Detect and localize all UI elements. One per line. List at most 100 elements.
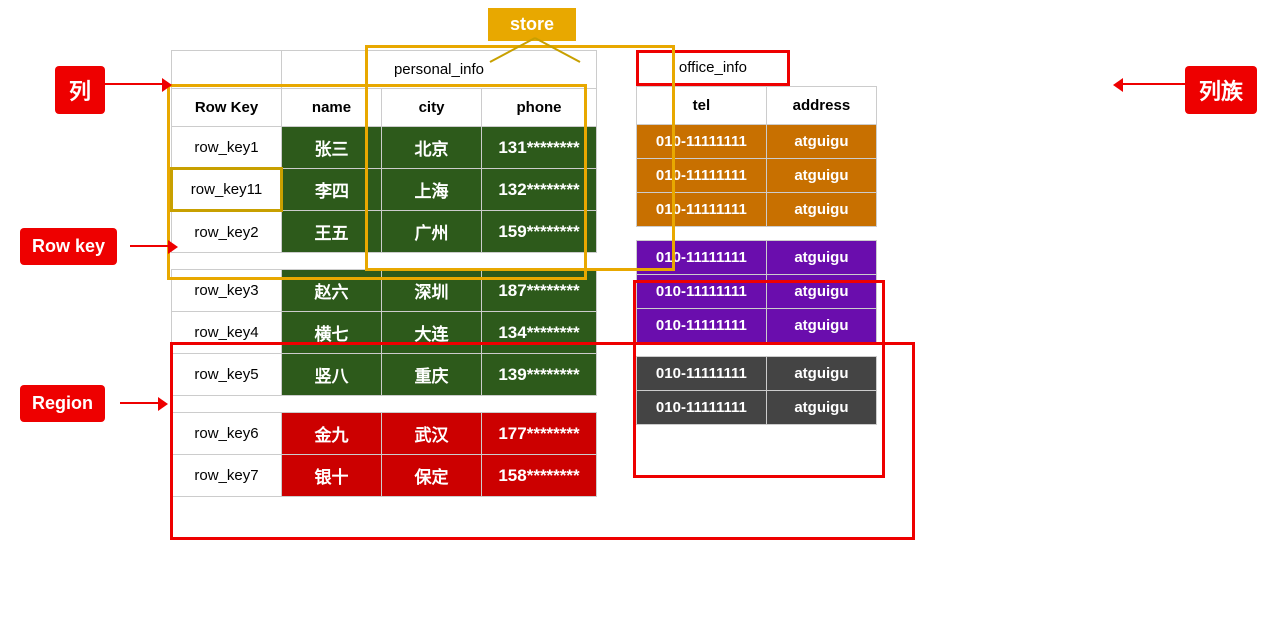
- cell-phone: 134********: [482, 312, 597, 354]
- cell-tel: 010-11111111: [636, 357, 766, 391]
- cell-phone: 159********: [482, 211, 597, 253]
- cell-tel: 010-11111111: [636, 275, 766, 309]
- left-table-wrapper: personal_info Row Key name city phone ro…: [170, 50, 597, 497]
- col-tel: tel: [636, 87, 766, 125]
- liezhu-arrow-line: [1120, 83, 1185, 85]
- region-label: Region: [20, 385, 105, 422]
- table-row: row_key7 银十 保定 158********: [172, 455, 597, 497]
- table-row: row_key2 王五 广州 159********: [172, 211, 597, 253]
- cell-city: 武汉: [382, 413, 482, 455]
- cell-rowkey: row_key3: [172, 270, 282, 312]
- cell-rowkey: row_key2: [172, 211, 282, 253]
- region-arrowhead: [158, 397, 168, 411]
- store-label: store: [488, 8, 576, 41]
- cell-tel: 010-11111111: [636, 125, 766, 159]
- cell-address: atguigu: [766, 241, 876, 275]
- cell-phone: 139********: [482, 354, 597, 396]
- col-rowkey: Row Key: [172, 89, 282, 127]
- cell-rowkey: row_key4: [172, 312, 282, 354]
- cell-address: atguigu: [766, 159, 876, 193]
- spacer-row: [172, 253, 597, 270]
- cell-address: atguigu: [766, 193, 876, 227]
- content-area: personal_info Row Key name city phone ro…: [170, 50, 877, 497]
- liezhu-label: 列族: [1185, 66, 1257, 114]
- cell-rowkey: row_key7: [172, 455, 282, 497]
- cell-rowkey: row_key6: [172, 413, 282, 455]
- cell-phone: 177********: [482, 413, 597, 455]
- cell-address: atguigu: [766, 391, 876, 425]
- cell-name: 横七: [282, 312, 382, 354]
- cell-address: atguigu: [766, 309, 876, 343]
- table-row: 010-11111111 atguigu: [636, 391, 876, 425]
- cell-address: atguigu: [766, 357, 876, 391]
- header-group-row: personal_info: [172, 51, 597, 89]
- col-header-row: Row Key name city phone: [172, 89, 597, 127]
- spacer-row: [636, 343, 876, 357]
- cell-address: atguigu: [766, 125, 876, 159]
- col-phone: phone: [482, 89, 597, 127]
- table-row: row_key11 李四 上海 132********: [172, 169, 597, 211]
- cell-tel: 010-11111111: [636, 391, 766, 425]
- office-info-label: office_info: [679, 59, 747, 76]
- cell-tel: 010-11111111: [636, 159, 766, 193]
- rowkey-arrow-line: [130, 245, 172, 247]
- cell-rowkey: row_key11: [172, 169, 282, 211]
- lie-arrow-line: [104, 83, 166, 85]
- cell-name: 王五: [282, 211, 382, 253]
- cell-phone: 158********: [482, 455, 597, 497]
- cell-name: 赵六: [282, 270, 382, 312]
- cell-address: atguigu: [766, 275, 876, 309]
- table-row: 010-11111111 atguigu: [636, 309, 876, 343]
- col-address: address: [766, 87, 876, 125]
- spacer-row: [172, 396, 597, 413]
- table-row: row_key3 赵六 深圳 187********: [172, 270, 597, 312]
- spacer-row: [636, 227, 876, 241]
- table-row: 010-11111111 atguigu: [636, 241, 876, 275]
- cell-city: 上海: [382, 169, 482, 211]
- cell-name: 张三: [282, 127, 382, 169]
- main-table: personal_info Row Key name city phone ro…: [170, 50, 597, 497]
- cell-phone: 132********: [482, 169, 597, 211]
- cell-city: 大连: [382, 312, 482, 354]
- rowkey-label: Row key: [20, 228, 117, 265]
- header-empty: [172, 51, 282, 89]
- cell-rowkey: row_key1: [172, 127, 282, 169]
- cell-phone: 131********: [482, 127, 597, 169]
- table-row: 010-11111111 atguigu: [636, 193, 876, 227]
- main-container: store 列 Row key Region 列族: [0, 0, 1284, 622]
- office-col-header-row: tel address: [636, 87, 876, 125]
- cell-name: 竖八: [282, 354, 382, 396]
- cell-city: 深圳: [382, 270, 482, 312]
- cell-name: 金九: [282, 413, 382, 455]
- cell-tel: 010-11111111: [636, 309, 766, 343]
- lie-arrowhead: [162, 78, 172, 92]
- table-row: 010-11111111 atguigu: [636, 125, 876, 159]
- col-city: city: [382, 89, 482, 127]
- right-table-wrapper: office_info tel address 010-11111111 atg…: [636, 50, 877, 425]
- table-row: 010-11111111 atguigu: [636, 357, 876, 391]
- cell-phone: 187********: [482, 270, 597, 312]
- cell-rowkey: row_key5: [172, 354, 282, 396]
- col-name: name: [282, 89, 382, 127]
- cell-city: 广州: [382, 211, 482, 253]
- table-row: row_key4 横七 大连 134********: [172, 312, 597, 354]
- table-row: row_key1 张三 北京 131********: [172, 127, 597, 169]
- office-table: tel address 010-11111111 atguigu 010-111…: [636, 86, 877, 425]
- cell-city: 保定: [382, 455, 482, 497]
- region-arrow-line: [120, 402, 162, 404]
- personal-info-header: personal_info: [282, 51, 597, 89]
- cell-name: 李四: [282, 169, 382, 211]
- rowkey-arrowhead: [168, 240, 178, 254]
- liezhu-arrowhead: [1113, 78, 1123, 92]
- cell-tel: 010-11111111: [636, 193, 766, 227]
- table-row: 010-11111111 atguigu: [636, 275, 876, 309]
- lie-label: 列: [55, 66, 105, 114]
- table-row: row_key5 竖八 重庆 139********: [172, 354, 597, 396]
- cell-tel: 010-11111111: [636, 241, 766, 275]
- table-row: 010-11111111 atguigu: [636, 159, 876, 193]
- table-row: row_key6 金九 武汉 177********: [172, 413, 597, 455]
- cell-city: 北京: [382, 127, 482, 169]
- office-info-header-box: office_info: [636, 50, 790, 86]
- cell-city: 重庆: [382, 354, 482, 396]
- cell-name: 银十: [282, 455, 382, 497]
